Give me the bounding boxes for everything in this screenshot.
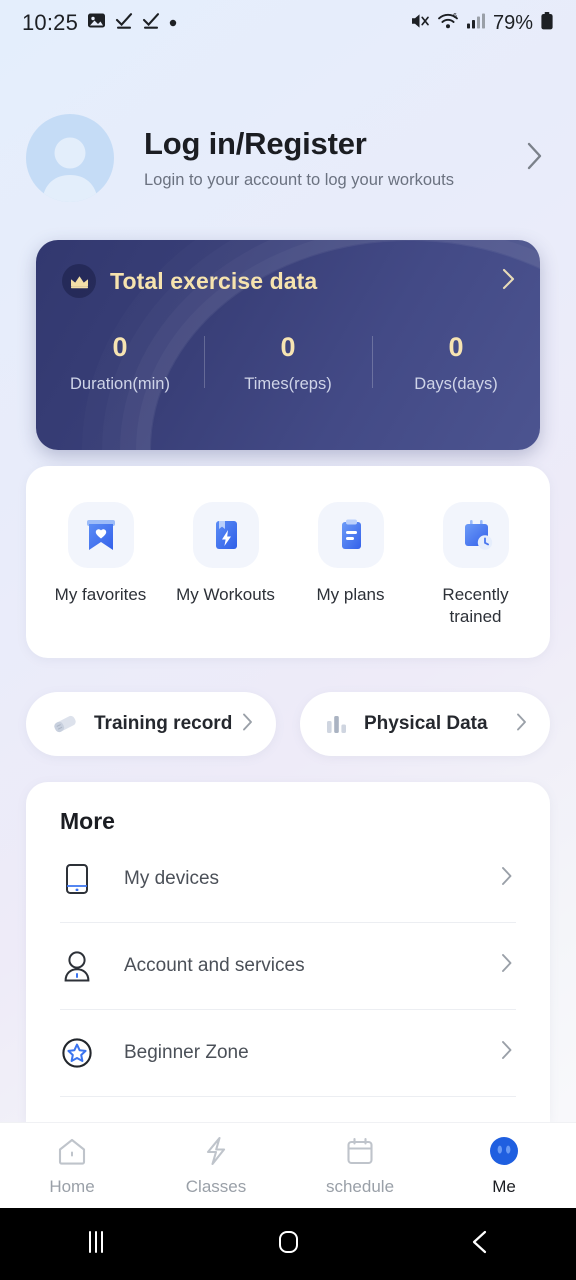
mini-card-label: Physical Data (364, 713, 488, 734)
home-button[interactable] (192, 1227, 384, 1262)
tab-label: schedule (325, 1177, 395, 1196)
tab-classes[interactable]: Classes (144, 1134, 288, 1197)
quick-action-label: Recently trained (442, 585, 509, 626)
book-lightning-icon (192, 502, 259, 568)
bottom-navigation: Home Classes schedule Me (0, 1122, 576, 1208)
chevron-right-icon[interactable] (498, 1038, 516, 1067)
recents-icon (79, 1227, 113, 1262)
more-row-label: Beginner Zone (124, 1041, 249, 1063)
person-icon (42, 137, 98, 202)
star-circle-icon (60, 1037, 94, 1069)
mini-cards-row: Training record Physical Data (26, 692, 550, 756)
status-bar-left: 10:25 (22, 10, 177, 36)
me-avatar-icon (488, 1134, 520, 1168)
wifi-icon: 6 (437, 11, 459, 36)
physical-data-card[interactable]: Physical Data (300, 692, 550, 756)
back-chevron-icon (465, 1227, 495, 1262)
tab-label: Home (49, 1177, 95, 1196)
device-icon (60, 862, 94, 896)
profile-subtitle: Login to your account to log your workou… (144, 171, 455, 189)
home-square-icon (272, 1227, 304, 1262)
exercise-card-title: Total exercise data (110, 267, 318, 294)
more-row-beginner-zone[interactable]: Beginner Zone (60, 1009, 516, 1096)
battery-percent: 79% (492, 11, 533, 34)
calendar-clock-icon (442, 502, 509, 568)
tab-label: Classes (185, 1177, 247, 1196)
stat-label: Times(reps) (244, 375, 332, 393)
quick-actions-card: My favorites My Workouts My plans Recent… (26, 466, 550, 658)
crown-icon (62, 264, 96, 298)
profile-header[interactable]: Log in/Register Login to your account to… (0, 98, 576, 218)
chevron-right-icon[interactable] (524, 139, 546, 178)
image-icon (87, 11, 106, 35)
stat-label: Days(days) (414, 375, 498, 393)
tab-home[interactable]: Home (0, 1134, 144, 1197)
mute-icon (409, 11, 430, 36)
tab-schedule[interactable]: schedule (288, 1134, 432, 1197)
profile-text: Log in/Register Login to your account to… (144, 126, 524, 190)
quick-action-my-plans[interactable]: My plans (288, 502, 413, 606)
chevron-right-icon[interactable] (498, 951, 516, 980)
more-row-label: My devices (124, 867, 220, 889)
page-title: Log in/Register (144, 126, 367, 161)
more-card: More My devices Account and services Beg… (26, 782, 550, 1122)
quick-action-my-favorites[interactable]: My favorites (38, 502, 163, 606)
tab-label: Me (492, 1177, 516, 1196)
task-complete-icon (115, 11, 133, 35)
house-icon (56, 1134, 88, 1168)
recents-button[interactable] (0, 1227, 192, 1262)
bar-chart-icon (324, 712, 350, 736)
task-complete-icon (142, 11, 160, 35)
bookmark-heart-icon (67, 502, 134, 568)
android-navigation-bar (0, 1208, 576, 1280)
chevron-right-icon[interactable] (500, 266, 518, 297)
exercise-card-header: Total exercise data (62, 264, 518, 298)
avatar (26, 114, 114, 202)
app-screen: 10:25 6 79% Log in/Register Login to you… (0, 0, 576, 1280)
stat-label: Duration(min) (70, 375, 170, 393)
stat-value: 0 (112, 332, 128, 362)
quick-action-label: My Workouts (176, 585, 275, 604)
quick-action-label: My plans (316, 585, 385, 604)
cellular-signal-icon (466, 11, 486, 36)
svg-text:6: 6 (453, 13, 457, 20)
mini-card-label: Training record (94, 713, 233, 734)
quick-action-label: My favorites (54, 585, 147, 604)
status-bar: 10:25 6 79% (0, 0, 576, 46)
exercise-stats: 0 Duration(min) 0 Times(reps) 0 Days(day… (36, 332, 540, 394)
status-bar-right: 6 79% (409, 11, 554, 36)
clipboard-icon (317, 502, 384, 568)
more-row-account-and-services[interactable]: Account and services (60, 922, 516, 1009)
stat-item: 0 Times(reps) (204, 332, 372, 394)
more-section-title: More (60, 808, 115, 834)
quick-action-my-workouts[interactable]: My Workouts (163, 502, 288, 606)
total-exercise-data-card[interactable]: Total exercise data 0 Duration(min) 0 Ti… (36, 240, 540, 450)
status-time: 10:25 (22, 10, 79, 35)
battery-icon (540, 11, 554, 36)
more-row-label: Account and services (124, 954, 305, 976)
more-row-my-devices[interactable]: My devices (60, 835, 516, 922)
stat-item: 0 Duration(min) (36, 332, 204, 394)
stat-value: 0 (280, 332, 296, 362)
chevron-right-icon[interactable] (498, 864, 516, 893)
chevron-right-icon[interactable] (240, 711, 256, 738)
training-record-card[interactable]: Training record (26, 692, 276, 756)
chevron-right-icon[interactable] (514, 711, 530, 738)
eraser-icon (50, 711, 80, 737)
tab-me[interactable]: Me (432, 1134, 576, 1197)
quick-action-recently-trained[interactable]: Recently trained (413, 502, 538, 628)
back-button[interactable] (384, 1227, 576, 1262)
stat-item: 0 Days(days) (372, 332, 540, 394)
stat-value: 0 (448, 332, 464, 362)
account-icon (60, 949, 94, 983)
lightning-icon (201, 1134, 231, 1168)
divider (60, 1096, 516, 1097)
calendar-icon (345, 1134, 375, 1168)
dot-icon (169, 14, 177, 32)
